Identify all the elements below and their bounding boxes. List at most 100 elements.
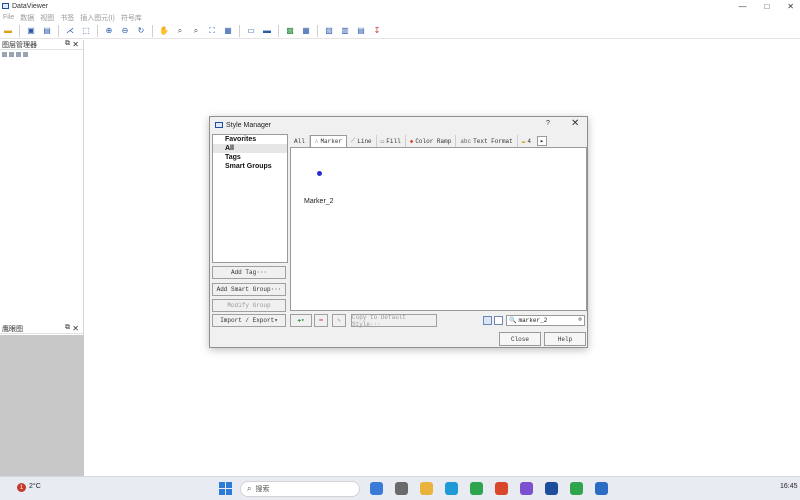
symbol-search-input[interactable]: 🔍 marker_2 ⊗ — [506, 315, 585, 326]
minimize-button[interactable]: — — [738, 2, 746, 11]
group-item-smart-groups[interactable]: Smart Groups — [213, 162, 287, 171]
dataviewer-taskbar-icon[interactable] — [545, 482, 558, 495]
taskbar-clock[interactable]: 16:45 — [780, 483, 798, 490]
layer-manager-panel: 图层管理器 ⧉ ✕ — [0, 40, 84, 324]
close-icon[interactable]: ✕ — [571, 118, 579, 129]
icon-view-icon[interactable] — [483, 316, 492, 325]
close-layer-icon[interactable]: ↧ — [372, 26, 382, 36]
menu-bookmark[interactable]: 书签 — [60, 13, 74, 23]
group-item-tags[interactable]: Tags — [213, 153, 287, 162]
zoom-in-icon[interactable]: ⊕ — [104, 26, 114, 36]
identify-icon[interactable]: ▦ — [223, 26, 233, 36]
marker-symbol-preview[interactable] — [317, 171, 322, 176]
full-extent-icon[interactable]: ⛶ — [207, 26, 217, 36]
search-value: marker_2 — [518, 317, 548, 324]
export-icon[interactable]: ▧ — [324, 26, 334, 36]
save-icon[interactable]: ▣ — [26, 26, 36, 36]
line-icon: ⟋ — [351, 137, 356, 144]
pin-icon[interactable]: ⧉ — [65, 324, 70, 332]
chart-icon[interactable]: ▤ — [356, 26, 366, 36]
visual-studio-icon[interactable] — [520, 482, 533, 495]
layer-icon[interactable]: ▦ — [301, 26, 311, 36]
vector-icon[interactable]: ⋌ — [65, 26, 75, 36]
menu-symbol-library[interactable]: 符号库 — [121, 13, 142, 23]
edge-icon[interactable] — [445, 482, 458, 495]
menu-file[interactable]: File — [3, 14, 14, 21]
add-smart-group-button[interactable]: Add Smart Group··· — [212, 283, 286, 296]
style-type-tabs: All ∴ Marker ⟋ Line ▭ Fill ◆ Color Ramp … — [290, 135, 587, 147]
pointer-icon[interactable]: ⬚ — [81, 26, 91, 36]
refresh-icon[interactable]: ↻ — [136, 26, 146, 36]
tool-icon[interactable] — [2, 52, 7, 57]
help-button[interactable]: Help — [544, 332, 586, 346]
app-icon[interactable] — [595, 482, 608, 495]
task-view-icon[interactable] — [395, 482, 408, 495]
close-icon[interactable]: ✕ — [72, 40, 79, 49]
toolbar-separator — [317, 24, 318, 37]
symbol-name-label[interactable]: Marker_2 — [304, 198, 334, 205]
table-icon[interactable]: ▬ — [262, 26, 272, 36]
import-export-button[interactable]: Import / Export▾ — [212, 314, 286, 327]
tab-color-ramp[interactable]: ◆ Color Ramp — [406, 135, 457, 147]
weather-badge[interactable]: 1 — [17, 483, 26, 492]
add-symbol-button[interactable]: ✚▾ — [290, 314, 312, 327]
map-icon[interactable]: ▩ — [285, 26, 295, 36]
app-icon[interactable] — [570, 482, 583, 495]
tool-icon[interactable] — [23, 52, 28, 57]
measure-icon[interactable]: ▭ — [246, 26, 256, 36]
overview-canvas[interactable] — [0, 335, 84, 476]
layer-manager-tools — [0, 50, 83, 59]
help-icon[interactable]: ? — [546, 120, 550, 127]
zoom-icon[interactable]: ⌕ — [175, 26, 185, 36]
tab-marker[interactable]: ∴ Marker — [309, 135, 348, 147]
menu-insert[interactable]: 插入图元(I) — [80, 13, 115, 23]
file-explorer-icon[interactable] — [420, 482, 433, 495]
menu-data[interactable]: 数据 — [20, 13, 34, 23]
dialog-title-bar: Style Manager — [210, 117, 587, 133]
zoom-extent-icon[interactable]: ⌕ — [191, 26, 201, 36]
app-icon[interactable] — [470, 482, 483, 495]
grid-icon[interactable]: ▥ — [340, 26, 350, 36]
pin-icon[interactable]: ⧉ — [65, 40, 70, 48]
remove-symbol-button[interactable]: ━ — [314, 314, 328, 327]
tab-scroll-right-icon[interactable]: ▸ — [536, 136, 547, 146]
save-as-icon[interactable]: ▤ — [42, 26, 52, 36]
close-icon[interactable]: ✕ — [72, 324, 79, 333]
toolbar-separator — [97, 24, 98, 37]
tab-label: Color Ramp — [415, 137, 452, 145]
group-item-all[interactable]: All — [213, 144, 287, 153]
clear-search-icon[interactable]: ⊗ — [578, 316, 582, 323]
close-window-button[interactable]: ✕ — [787, 2, 794, 11]
copilot-icon[interactable] — [370, 482, 383, 495]
tab-label: Line — [357, 137, 372, 145]
app-icon[interactable] — [495, 482, 508, 495]
edit-symbol-button[interactable]: ✎ — [332, 314, 346, 327]
pan-icon[interactable]: ✋ — [159, 26, 169, 36]
windows-start-icon[interactable] — [219, 482, 232, 495]
overview-title: 鹰眼图 — [2, 325, 23, 333]
tab-line[interactable]: ⟋ Line — [347, 135, 377, 147]
toolbar-separator — [152, 24, 153, 37]
zoom-out-icon[interactable]: ⊖ — [120, 26, 130, 36]
symbol-preview-area: Marker_2 — [290, 147, 587, 311]
taskbar-search-placeholder: 搜索 — [255, 486, 270, 493]
list-view-icon[interactable] — [494, 316, 503, 325]
folder-open-icon[interactable]: ▬ — [3, 26, 13, 36]
modify-group-button[interactable]: Modify Group — [212, 299, 286, 312]
tab-label: 4 — [527, 137, 531, 145]
taskbar-search-box[interactable]: ⌕ 搜索 — [240, 481, 360, 497]
tab-text-format[interactable]: abc Text Format — [456, 135, 518, 147]
tab-all[interactable]: All — [290, 135, 310, 147]
copy-to-default-style-button[interactable]: Copy to Default Style··· — [351, 314, 437, 328]
tab-fill[interactable]: ▭ Fill — [377, 135, 406, 147]
menu-view[interactable]: 视图 — [40, 13, 54, 23]
tool-icon[interactable] — [9, 52, 14, 57]
group-item-favorites[interactable]: Favorites — [213, 135, 287, 144]
weather-temperature[interactable]: 2°C — [29, 483, 41, 490]
tool-icon[interactable] — [16, 52, 21, 57]
maximize-button[interactable]: □ — [764, 2, 769, 11]
add-tag-button[interactable]: Add Tag··· — [212, 266, 286, 279]
close-button[interactable]: Close — [499, 332, 541, 346]
style-manager-dialog: Style Manager ? ✕ Favorites All Tags Sma… — [209, 116, 588, 348]
tab-label-settings[interactable]: ▬ 4 — [518, 135, 535, 147]
